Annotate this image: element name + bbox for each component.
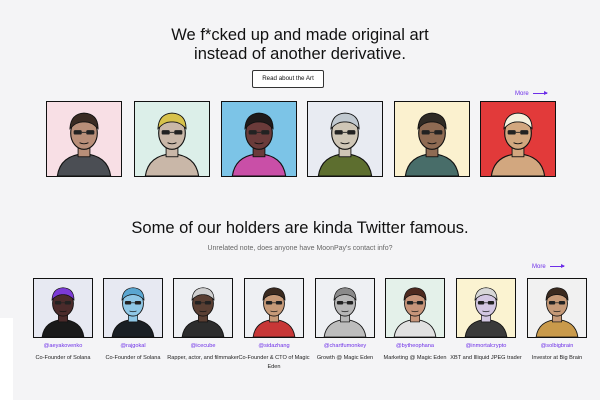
hero-title-line1: We f*cked up and made original art — [171, 26, 429, 44]
art-more-label: More — [515, 91, 529, 97]
holder-description: XBT and Illiquid JPEG trader — [450, 355, 522, 361]
holder-description: Rapper, actor, and filmmaker — [167, 355, 239, 361]
art-card[interactable] — [480, 101, 556, 177]
holder-avatar — [245, 279, 303, 337]
holder-avatar — [528, 279, 586, 337]
art-portrait-image — [481, 102, 555, 176]
holder-card[interactable] — [33, 278, 93, 338]
holder-card[interactable] — [456, 278, 516, 338]
art-card[interactable] — [134, 101, 210, 177]
holder-description: Growth @ Magic Eden — [316, 355, 374, 361]
holder-avatar — [104, 279, 162, 337]
read-about-art-button[interactable]: Read about the Art — [252, 70, 324, 88]
holder-card[interactable] — [173, 278, 233, 338]
holder-twitter-link[interactable]: @sidazhang — [239, 343, 309, 349]
art-card[interactable] — [221, 101, 297, 177]
arrow-right-icon — [549, 263, 565, 268]
art-card[interactable] — [307, 101, 383, 177]
holders-more-label: More — [532, 264, 546, 270]
holder-card[interactable] — [527, 278, 587, 338]
holder-twitter-link[interactable]: @chartfumonkey — [310, 343, 380, 349]
art-card[interactable] — [46, 101, 122, 177]
holder-card[interactable] — [385, 278, 445, 338]
page-edge — [0, 318, 13, 400]
holder-avatar — [174, 279, 232, 337]
art-card[interactable] — [394, 101, 470, 177]
holders-subtitle: Unrelated note, does anyone have MoonPay… — [207, 245, 393, 252]
holders-title: Some of our holders are kinda Twitter fa… — [131, 219, 469, 237]
hero-title: We f*cked up and made original art inste… — [0, 26, 600, 64]
holder-description: Marketing @ Magic Eden — [383, 355, 447, 361]
holder-avatar — [316, 279, 374, 337]
holder-avatar — [457, 279, 515, 337]
holder-description: Co-Founder of Solana — [105, 355, 161, 361]
holder-avatar — [386, 279, 444, 337]
arrow-right-icon — [532, 90, 548, 95]
holder-twitter-link[interactable]: @inmortalcrypto — [451, 343, 521, 349]
hero-title-line2: instead of another derivative. — [194, 45, 406, 63]
holder-twitter-link[interactable]: @icecube — [168, 343, 238, 349]
holder-twitter-link[interactable]: @solbigbrain — [522, 343, 592, 349]
art-portrait-image — [395, 102, 469, 176]
holder-card[interactable] — [315, 278, 375, 338]
holders-more-link[interactable]: More — [532, 263, 565, 270]
holder-description: Investor at Big Brain — [531, 355, 583, 361]
art-portrait-image — [135, 102, 209, 176]
holder-twitter-link[interactable]: @bytheophana — [380, 343, 450, 349]
holder-twitter-link[interactable]: @rajgokal — [98, 343, 168, 349]
art-portrait-image — [222, 102, 296, 176]
holder-twitter-link[interactable]: @aeyakovenko — [28, 343, 98, 349]
holder-card[interactable] — [103, 278, 163, 338]
art-portrait-image — [308, 102, 382, 176]
holder-description: Co-Founder of Solana — [35, 355, 91, 361]
holder-avatar — [34, 279, 92, 337]
holder-description: Co-Founder & CTO of Magic Eden — [238, 355, 310, 370]
art-more-link[interactable]: More — [515, 90, 548, 97]
holder-card[interactable] — [244, 278, 304, 338]
art-portrait-image — [47, 102, 121, 176]
